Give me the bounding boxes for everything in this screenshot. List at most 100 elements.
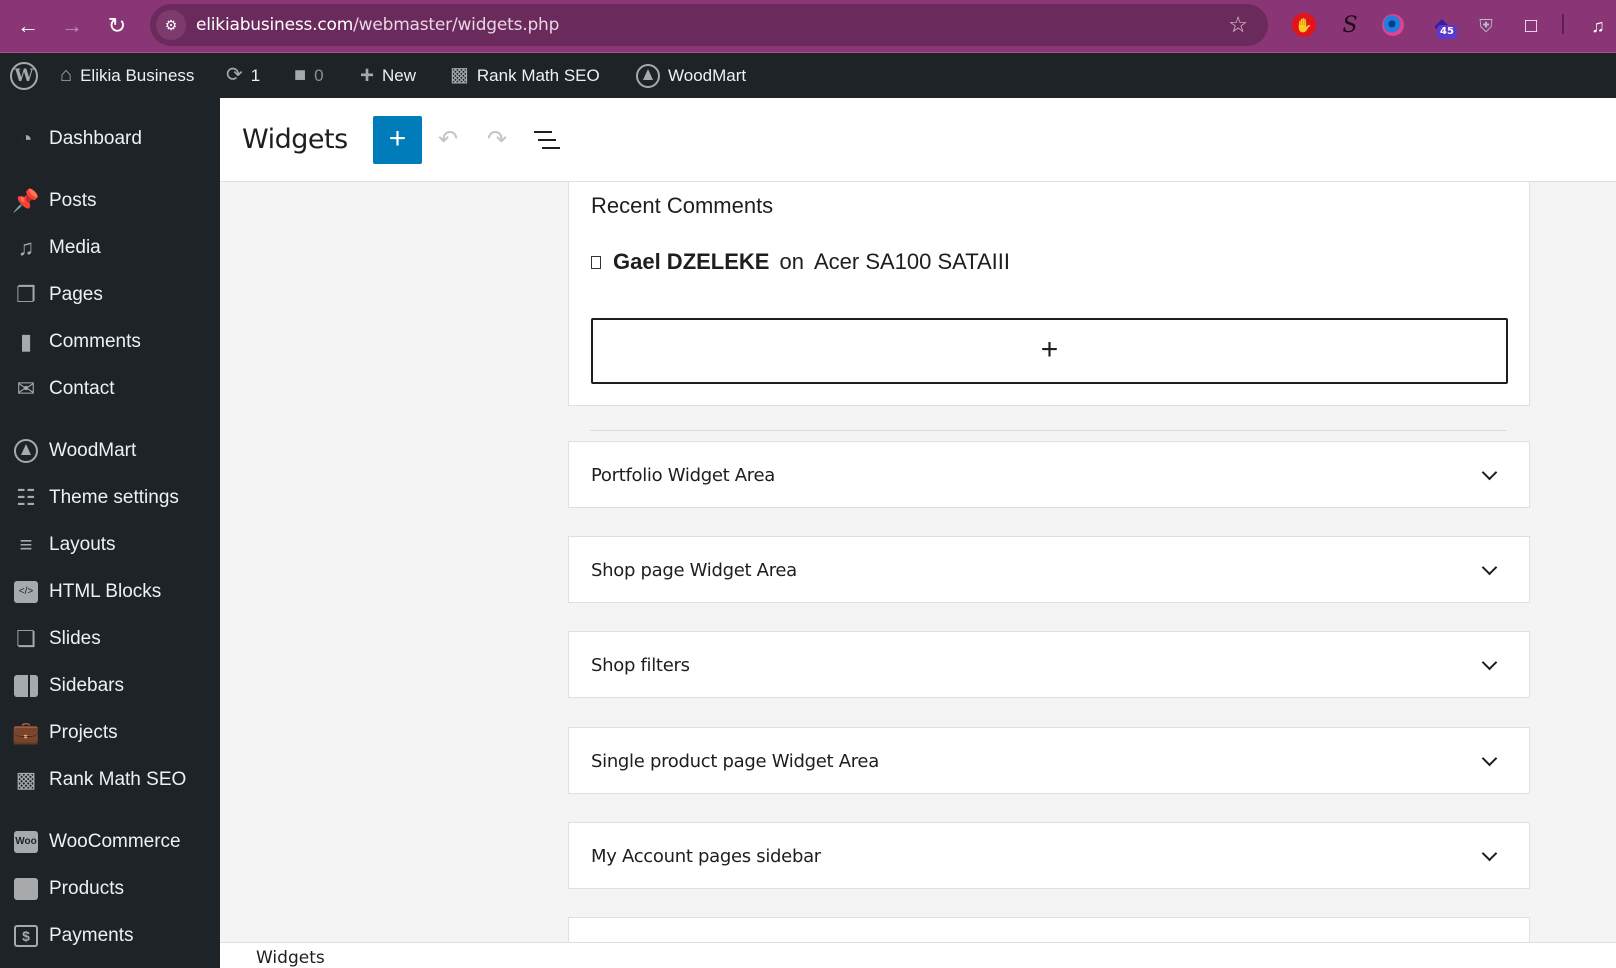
comments-count: 0 (314, 66, 324, 85)
rankmath-icon: ▩ (450, 64, 469, 86)
sidebar-item-label: Sidebars (49, 675, 124, 696)
sidebar-item-label: Slides (49, 628, 101, 649)
comment-icon: ■ (294, 64, 307, 86)
chevron-down-icon[interactable] (1481, 559, 1498, 576)
updates-link[interactable]: ⟳ 1 (226, 53, 260, 98)
separator (590, 430, 1507, 431)
back-icon[interactable]: ← (12, 10, 44, 42)
sidebar-item-media[interactable]: ♫ Media (0, 228, 220, 268)
sidebar-item-woodmart[interactable]: WoodMart (0, 431, 220, 471)
sidebar-item-label: Media (49, 237, 101, 258)
slides-icon: ❏ (16, 626, 36, 651)
woodmart-label: WoodMart (668, 66, 747, 85)
comment-post-link[interactable]: Acer SA100 SATAIII (814, 249, 1010, 275)
sidebar-item-label: Theme settings (49, 487, 179, 508)
page-title: Widgets (242, 124, 348, 155)
briefcase-icon: 💼 (12, 720, 40, 745)
woodmart-icon (636, 63, 660, 88)
wp-admin-bar: W ⌂ Elikia Business ⟳ 1 ■ 0 + New ▩ Rank… (0, 53, 1616, 98)
rankmath-link[interactable]: ▩ Rank Math SEO (450, 53, 600, 98)
sidebar-item-html-blocks[interactable]: </> HTML Blocks (0, 572, 220, 612)
globe-extension-icon[interactable] (1382, 14, 1404, 36)
reload-icon[interactable]: ↻ (101, 10, 133, 42)
archive-box-icon (12, 875, 40, 903)
redo-button[interactable]: ↷ (477, 116, 517, 164)
widget-area-next[interactable] (568, 917, 1530, 942)
sidebar-item-products[interactable]: Products (0, 869, 220, 909)
recent-comments-title: Recent Comments (591, 193, 774, 218)
sidebar-item-label: HTML Blocks (49, 581, 162, 602)
bookmark-star-icon[interactable]: ☆ (1228, 4, 1248, 46)
sidebar-item-pages[interactable]: ❐ Pages (0, 275, 220, 315)
shield-icon[interactable]: ⛨ (1472, 12, 1500, 40)
chevron-down-icon[interactable] (1481, 750, 1498, 767)
updates-count: 1 (250, 66, 261, 85)
sidebar-item-layouts[interactable]: ≡ Layouts (0, 525, 220, 565)
woodmart-icon (12, 437, 40, 465)
sidebar-item-label: Projects (49, 722, 118, 743)
sidebar-item-comments[interactable]: ▮ Comments (0, 322, 220, 362)
sidebar-item-dashboard[interactable]: ◔ Dashboard (0, 119, 220, 159)
site-name: Elikia Business (80, 66, 195, 85)
sidebar-item-posts[interactable]: 📌 Posts (0, 181, 220, 221)
woodmart-link[interactable]: WoodMart (636, 53, 746, 98)
widget-area-my-account[interactable]: My Account pages sidebar (568, 822, 1530, 889)
sidebar-item-woocommerce[interactable]: Woo WooCommerce (0, 822, 220, 862)
site-info-icon[interactable]: ⚙ (156, 10, 186, 40)
sidebar-item-label: Products (49, 878, 124, 899)
sidebar-item-label: Comments (49, 331, 141, 352)
block-appender-button[interactable]: + (591, 318, 1508, 384)
site-name-link[interactable]: ⌂ Elikia Business (60, 53, 194, 98)
new-content-link[interactable]: + New (360, 53, 416, 98)
layers-icon: ≡ (19, 532, 33, 557)
list-view-button[interactable] (525, 116, 565, 164)
sidebar-item-slides[interactable]: ❏ Slides (0, 619, 220, 659)
updates-icon: ⟳ (226, 64, 243, 86)
plus-icon: + (360, 62, 375, 89)
list-view-icon (534, 131, 560, 149)
undo-button[interactable]: ↶ (428, 116, 468, 164)
widget-area-shop-filters[interactable]: Shop filters (568, 631, 1530, 698)
puzzle-icon[interactable]: □ (1517, 12, 1545, 40)
widget-area-shop-page[interactable]: Shop page Widget Area (568, 536, 1530, 603)
address-bar[interactable]: ⚙ elikiabusiness.com/webmaster/widgets.p… (150, 4, 1268, 46)
media-control-icon[interactable]: ♫ (1584, 12, 1612, 40)
chevron-down-icon[interactable] (1481, 845, 1498, 862)
sidebar-item-theme-settings[interactable]: ☷ Theme settings (0, 478, 220, 518)
editor-header: Widgets + ↶ ↷ (220, 98, 1616, 182)
home-icon: ⌂ (60, 64, 73, 86)
comments-link[interactable]: ■ 0 (294, 53, 324, 98)
forward-icon[interactable]: → (56, 10, 88, 42)
code-block-icon: </> (12, 578, 40, 606)
chevron-down-icon[interactable] (1481, 654, 1498, 671)
recent-comments-widget[interactable]: Recent Comments Gael DZELEKE on Acer SA1… (568, 182, 1530, 406)
widget-area-single-product[interactable]: Single product page Widget Area (568, 727, 1530, 794)
wp-logo-button[interactable]: W (10, 53, 38, 98)
sidebar-item-projects[interactable]: 💼 Projects (0, 713, 220, 753)
sidebar-item-sidebars[interactable]: Sidebars (0, 666, 220, 706)
widget-area-title: Shop filters (591, 655, 690, 676)
footer-breadcrumb[interactable]: Widgets (256, 948, 325, 968)
sidebar-item-label: Posts (49, 190, 97, 211)
wordpress-logo-icon: W (10, 61, 38, 90)
url-host: elikiabusiness.com (196, 15, 354, 35)
sidebar-item-payments[interactable]: $ Payments (0, 916, 220, 956)
toolbar-divider (1562, 14, 1564, 34)
comment-author[interactable]: Gael DZELEKE (613, 249, 769, 275)
sidebar-item-label: WoodMart (49, 440, 137, 461)
adblock-icon[interactable]: ✋ (1292, 13, 1316, 37)
sidebar-item-contact[interactable]: ✉ Contact (0, 369, 220, 409)
browser-toolbar: ← → ↻ ⚙ elikiabusiness.com/webmaster/wid… (0, 0, 1616, 53)
dollar-icon: $ (12, 922, 40, 950)
sidebar-item-label: WooCommerce (49, 831, 181, 852)
add-block-button[interactable]: + (373, 116, 422, 164)
s-extension-icon[interactable]: S (1336, 12, 1364, 40)
url-text[interactable]: elikiabusiness.com/webmaster/widgets.php (196, 4, 559, 46)
sidebar-item-label: Dashboard (49, 128, 142, 149)
rankmath-icon: ▩ (15, 767, 37, 792)
pages-icon: ❐ (16, 282, 36, 307)
media-icon: ♫ (17, 235, 35, 260)
widget-area-portfolio[interactable]: Portfolio Widget Area (568, 441, 1530, 508)
chevron-down-icon[interactable] (1481, 464, 1498, 481)
sidebar-item-rank-math-seo[interactable]: ▩ Rank Math SEO (0, 760, 220, 800)
